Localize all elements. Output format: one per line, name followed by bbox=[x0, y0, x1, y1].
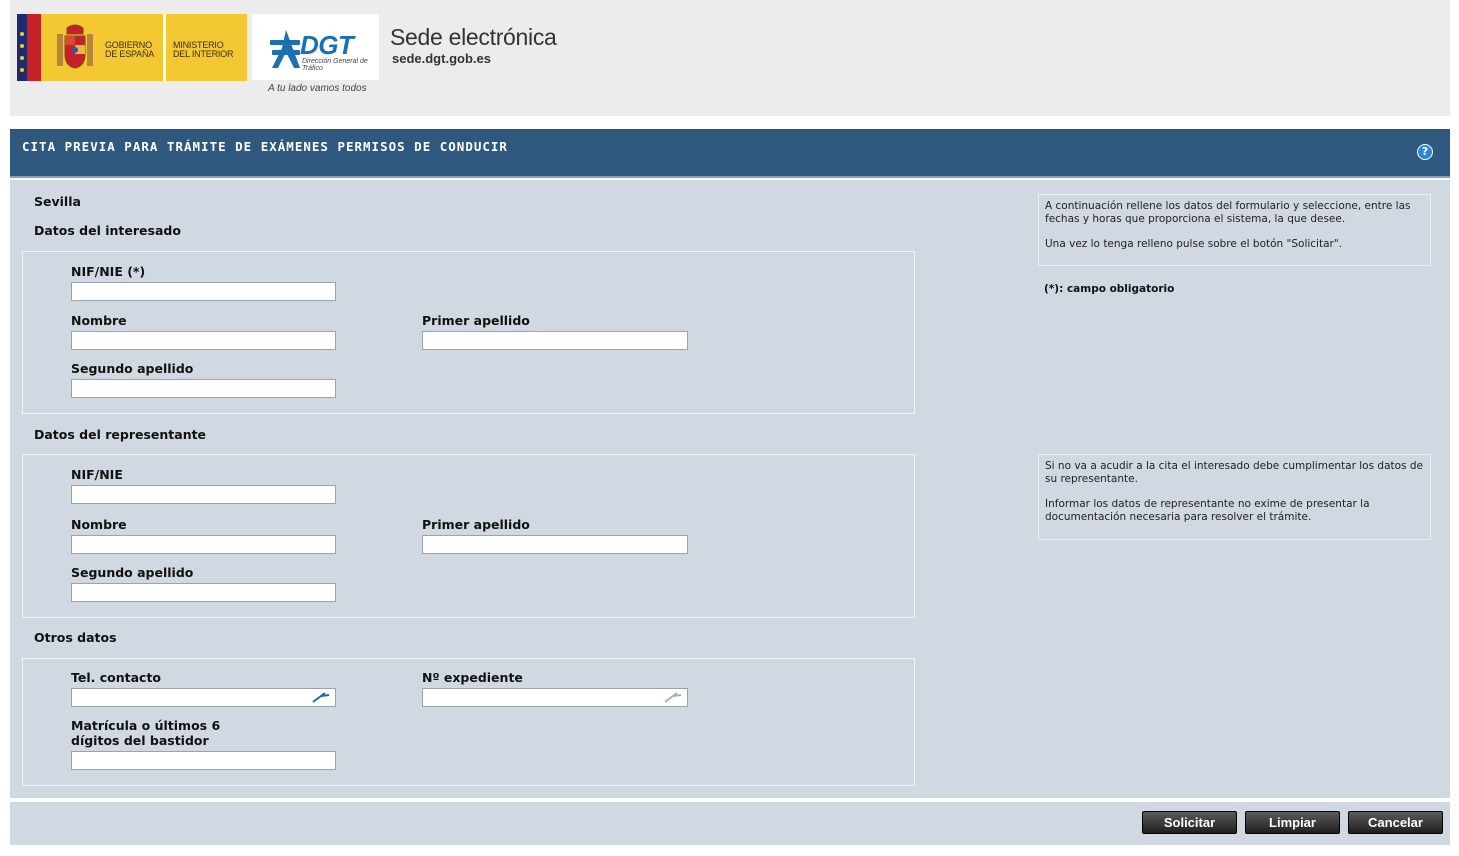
site-header: GOBIERNO DE ESPAÑA MINISTERIO DEL INTERI… bbox=[10, 0, 1450, 116]
matricula-label-line2: dígitos del bastidor bbox=[71, 733, 209, 748]
rep-primer-apellido-label: Primer apellido bbox=[422, 517, 530, 532]
fieldset-representante: NIF/NIE Nombre Primer apellido Segundo a… bbox=[22, 454, 915, 618]
nif-input[interactable] bbox=[71, 282, 336, 301]
dgt-subtitle: Dirección General de Tráfico bbox=[302, 58, 368, 72]
dgt-logo: DGT Dirección General de Tráfico bbox=[252, 14, 379, 80]
expediente-field bbox=[422, 688, 688, 707]
rep-primer-apellido-input[interactable] bbox=[422, 535, 688, 554]
office-name: Sevilla bbox=[34, 194, 81, 209]
section-title-representante: Datos del representante bbox=[34, 427, 207, 442]
rep-nombre-input[interactable] bbox=[71, 535, 336, 554]
cancelar-button[interactable]: Cancelar bbox=[1348, 811, 1443, 834]
rep-nif-label: NIF/NIE bbox=[71, 467, 123, 482]
primer-apellido-label: Primer apellido bbox=[422, 313, 530, 328]
info-text: Si no va a acudir a la cita el interesad… bbox=[1045, 460, 1423, 485]
dgt-tagline: A tu lado vamos todos bbox=[268, 83, 367, 94]
limpiar-button[interactable]: Limpiar bbox=[1245, 811, 1340, 834]
section-title-otros: Otros datos bbox=[34, 630, 117, 645]
tel-field bbox=[71, 688, 336, 707]
fieldset-otros: Tel. contacto Nº expediente Matrícula o … bbox=[22, 658, 915, 786]
nombre-input[interactable] bbox=[71, 331, 336, 350]
page-title-bar: CITA PREVIA PARA TRÁMITE DE EXÁMENES PER… bbox=[10, 129, 1450, 178]
fieldset-interesado: NIF/NIE (*) Nombre Primer apellido Segun… bbox=[22, 251, 915, 414]
rep-segundo-apellido-label: Segundo apellido bbox=[71, 565, 194, 580]
primer-apellido-input[interactable] bbox=[422, 331, 688, 350]
keyboard-helper-icon[interactable] bbox=[663, 690, 683, 704]
rep-segundo-apellido-input[interactable] bbox=[71, 583, 336, 602]
page-title: CITA PREVIA PARA TRÁMITE DE EXÁMENES PER… bbox=[22, 139, 508, 154]
matricula-input[interactable] bbox=[71, 751, 336, 770]
button-bar: Solicitar Limpiar Cancelar bbox=[10, 802, 1450, 845]
info-text: A continuación rellene los datos del for… bbox=[1045, 200, 1411, 225]
segundo-apellido-input[interactable] bbox=[71, 379, 336, 398]
dgt-emblem-icon bbox=[270, 30, 300, 68]
rep-nombre-label: Nombre bbox=[71, 517, 127, 532]
required-note: (*): campo obligatorio bbox=[1044, 283, 1175, 295]
section-title-interesado: Datos del interesado bbox=[34, 223, 181, 238]
matricula-label-line1: Matrícula o últimos 6 bbox=[71, 718, 221, 733]
site-title: Sede electrónica bbox=[390, 24, 557, 50]
gobierno-text: GOBIERNO DE ESPAÑA bbox=[105, 40, 155, 59]
site-url: sede.dgt.gob.es bbox=[392, 51, 491, 66]
info-text: Una vez lo tenga relleno pulse sobre el … bbox=[1045, 238, 1343, 250]
solicitar-button[interactable]: Solicitar bbox=[1142, 811, 1237, 834]
ministerio-text: MINISTERIO DEL INTERIOR bbox=[173, 40, 234, 59]
info-box-representante: Si no va a acudir a la cita el interesad… bbox=[1038, 454, 1431, 540]
tel-input[interactable] bbox=[71, 688, 336, 707]
form-panel: Sevilla Datos del interesado NIF/NIE (*)… bbox=[10, 180, 1450, 798]
info-text: Informar los datos de representante no e… bbox=[1045, 498, 1370, 523]
matricula-label: Matrícula o últimos 6 dígitos del bastid… bbox=[71, 718, 220, 748]
help-icon[interactable]: ? bbox=[1417, 144, 1433, 160]
gobierno-espana-logo: GOBIERNO DE ESPAÑA MINISTERIO DEL INTERI… bbox=[17, 14, 247, 81]
nif-label: NIF/NIE (*) bbox=[71, 264, 146, 279]
rep-nif-input[interactable] bbox=[71, 485, 336, 504]
nombre-label: Nombre bbox=[71, 313, 127, 328]
segundo-apellido-label: Segundo apellido bbox=[71, 361, 194, 376]
dgt-logo-text: DGT bbox=[300, 30, 354, 60]
tel-label: Tel. contacto bbox=[71, 670, 162, 685]
expediente-label: Nº expediente bbox=[422, 670, 523, 685]
coat-of-arms-icon bbox=[57, 24, 93, 69]
logo-divider bbox=[163, 14, 166, 81]
keyboard-helper-icon[interactable] bbox=[311, 690, 331, 704]
expediente-input[interactable] bbox=[422, 688, 688, 707]
info-box-instructions: A continuación rellene los datos del for… bbox=[1038, 194, 1431, 266]
